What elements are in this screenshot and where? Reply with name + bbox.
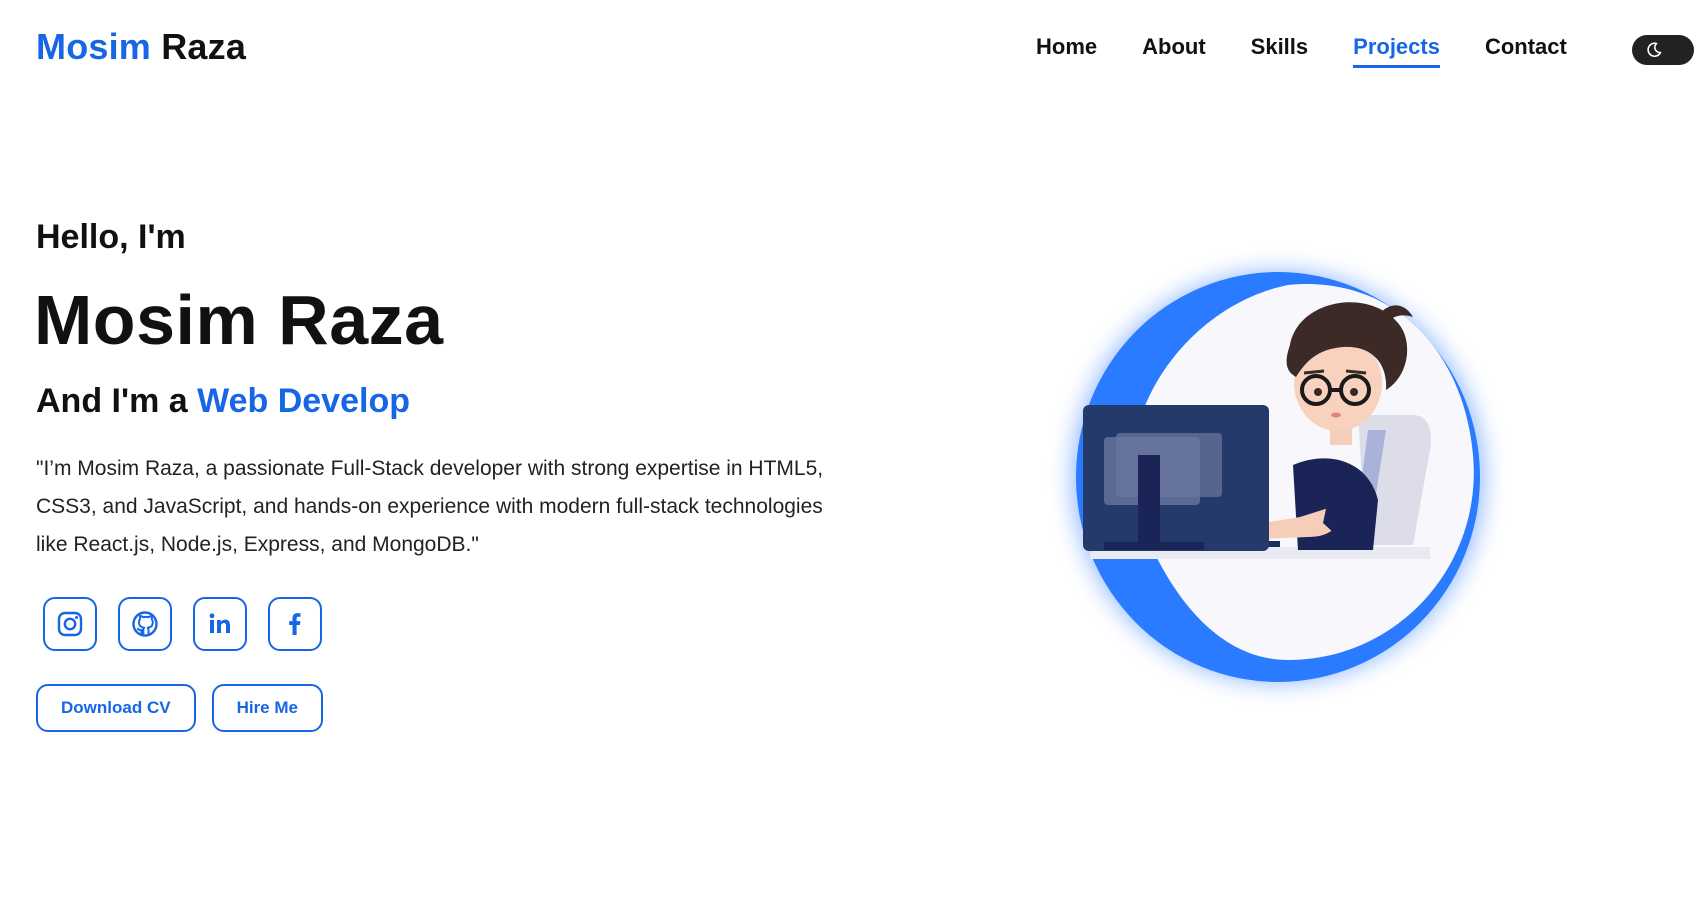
- main-nav: Home About Skills Projects Contact: [1036, 34, 1612, 68]
- hero-bio: "I’m Mosim Raza, a passionate Full-Stack…: [36, 457, 824, 556]
- social-links: [43, 597, 322, 651]
- hero-avatar: [1068, 265, 1488, 685]
- greeting: Hello, I'm: [36, 218, 186, 256]
- github-link[interactable]: [118, 597, 172, 651]
- hero-name: Mosim Raza: [34, 281, 444, 359]
- moon-icon: [1647, 42, 1662, 57]
- theme-toggle[interactable]: [1632, 35, 1694, 65]
- role-typed-text: Web Develop: [197, 382, 410, 420]
- facebook-icon: [289, 613, 301, 635]
- hero-role: And I'm a Web Develop: [36, 382, 410, 421]
- linkedin-icon: [209, 613, 230, 633]
- nav-contact[interactable]: Contact: [1485, 34, 1567, 68]
- role-prefix: And I'm a: [36, 382, 198, 420]
- instagram-icon: [57, 611, 83, 637]
- linkedin-link[interactable]: [193, 597, 247, 651]
- hero-actions: Download CV Hire Me: [36, 684, 323, 732]
- nav-about[interactable]: About: [1142, 34, 1206, 68]
- logo-first-name: Mosim: [36, 26, 152, 67]
- nav-projects[interactable]: Projects: [1353, 34, 1440, 68]
- nav-home[interactable]: Home: [1036, 34, 1097, 68]
- logo-last-name: Raza: [161, 26, 247, 67]
- portfolio-page: Mosim Raza Home About Skills Projects Co…: [0, 0, 1706, 917]
- github-icon: [132, 611, 158, 637]
- site-logo[interactable]: Mosim Raza: [36, 26, 246, 68]
- facebook-link[interactable]: [268, 597, 322, 651]
- hire-me-button[interactable]: Hire Me: [211, 684, 323, 732]
- developer-illustration: [1073, 272, 1483, 682]
- download-cv-button[interactable]: Download CV: [36, 684, 196, 732]
- instagram-link[interactable]: [43, 597, 97, 651]
- nav-skills[interactable]: Skills: [1251, 34, 1308, 68]
